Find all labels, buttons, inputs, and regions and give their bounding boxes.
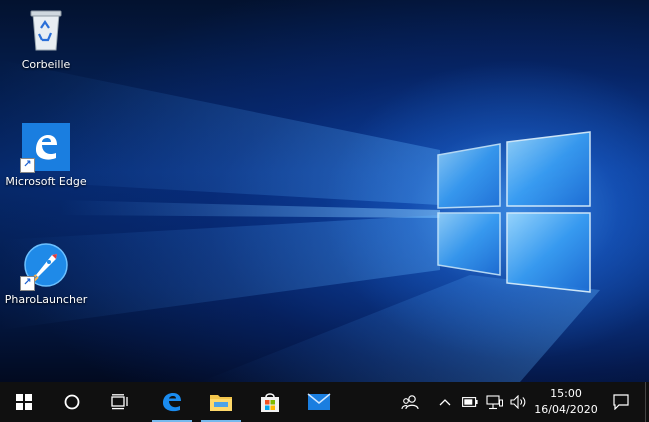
desktop-icon-recycle-bin[interactable]: Corbeille — [1, 6, 91, 71]
volume-button[interactable] — [507, 382, 529, 422]
pharo-launcher-icon: ↗ — [20, 241, 70, 291]
file-explorer-icon — [210, 395, 232, 411]
people-icon — [401, 395, 419, 410]
cortana-circle-icon — [64, 394, 80, 410]
taskbar-mail-button[interactable] — [295, 382, 343, 422]
show-hidden-icons-button[interactable] — [434, 382, 456, 422]
chevron-up-icon — [439, 399, 451, 406]
taskbar: 15:00 16/04/2020 — [0, 382, 649, 422]
taskbar-file-explorer-button[interactable] — [197, 382, 245, 422]
battery-icon — [462, 397, 478, 407]
desktop-icon-label: PharoLauncher — [4, 293, 88, 306]
start-button[interactable] — [0, 382, 48, 422]
taskbar-edge-button[interactable] — [148, 382, 196, 422]
clock-date: 16/04/2020 — [534, 403, 598, 416]
desktop-icon-label: Corbeille — [21, 58, 71, 71]
recycle-bin-icon — [22, 6, 70, 54]
people-button[interactable] — [396, 382, 424, 422]
taskbar-store-button[interactable] — [246, 382, 294, 422]
edge-desktop-icon: ↗ — [20, 123, 70, 173]
network-icon — [485, 394, 503, 409]
desktop-icon-pharo-launcher[interactable]: ↗ PharoLauncher — [1, 241, 91, 306]
clock-time: 15:00 — [550, 387, 582, 400]
store-icon — [261, 393, 279, 412]
wallpaper-windows-logo — [437, 131, 591, 293]
shortcut-arrow-icon: ↗ — [20, 276, 35, 291]
cortana-search-button[interactable] — [48, 382, 96, 422]
desktop-background: Corbeille ↗ Microsoft Edge ↗ PharoLaunch… — [0, 0, 649, 382]
notification-icon — [613, 394, 629, 410]
windows-logo-icon — [16, 394, 32, 410]
system-clock[interactable]: 15:00 16/04/2020 — [528, 386, 604, 418]
mail-icon — [307, 393, 331, 410]
desktop-icon-microsoft-edge[interactable]: ↗ Microsoft Edge — [1, 123, 91, 188]
task-view-button[interactable] — [96, 382, 144, 422]
battery-button[interactable] — [459, 382, 481, 422]
network-button[interactable] — [483, 382, 505, 422]
edge-icon — [163, 393, 181, 412]
desktop-icon-label: Microsoft Edge — [5, 175, 87, 188]
task-view-icon — [111, 394, 128, 410]
shortcut-arrow-icon: ↗ — [20, 158, 35, 173]
action-center-button[interactable] — [606, 382, 636, 422]
show-desktop-button[interactable] — [645, 382, 649, 422]
volume-icon — [509, 395, 525, 409]
